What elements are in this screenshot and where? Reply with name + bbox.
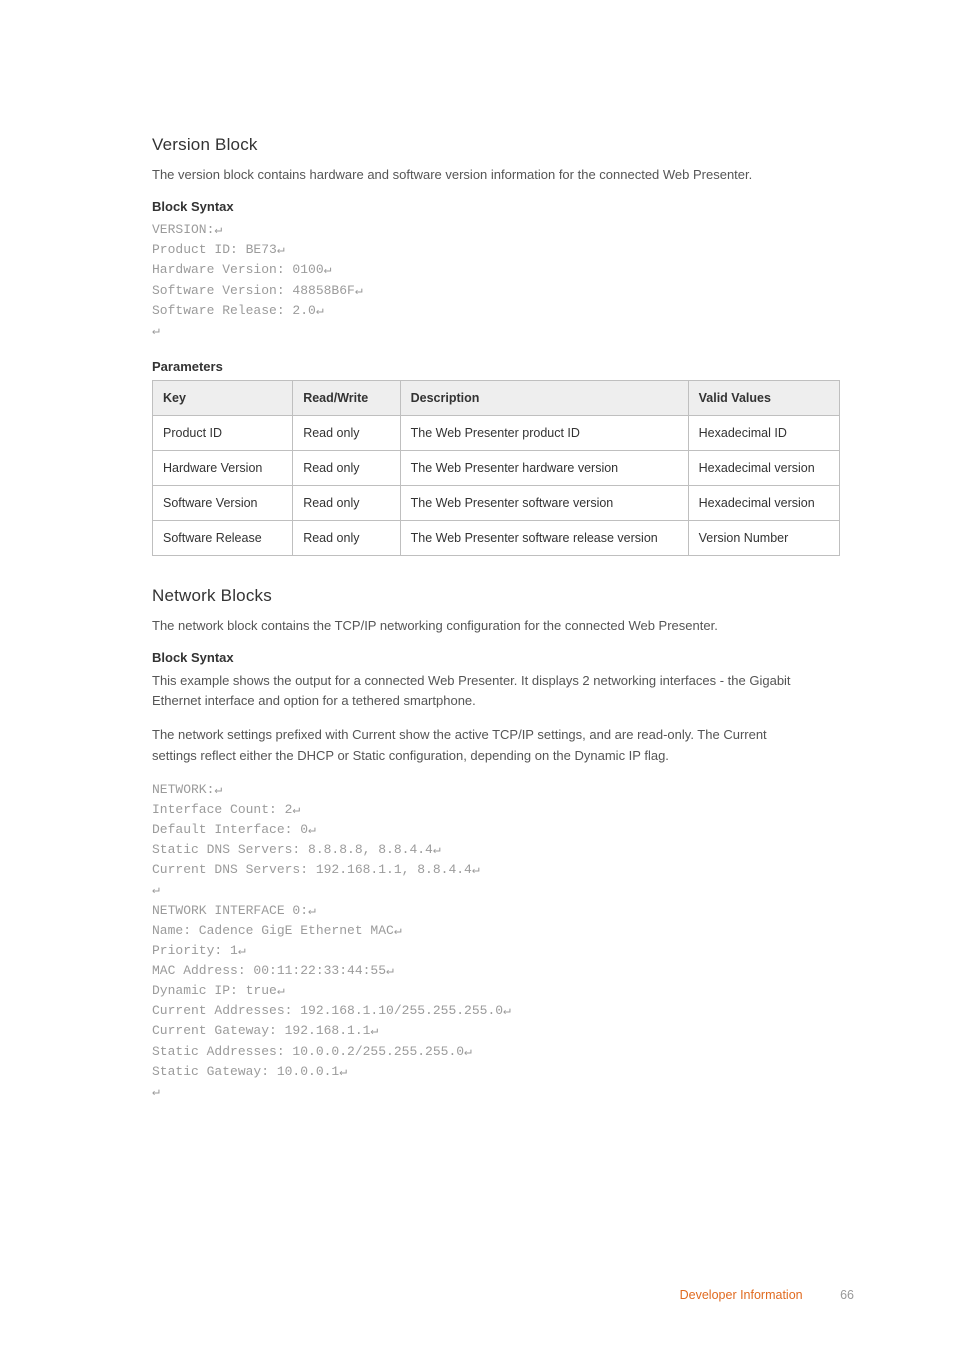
- table-row: Software Version Read only The Web Prese…: [153, 485, 840, 520]
- label-block-syntax-1: Block Syntax: [152, 199, 854, 214]
- page-footer: Developer Information 66: [680, 1288, 854, 1302]
- heading-version-block: Version Block: [152, 135, 854, 155]
- th-desc: Description: [400, 380, 688, 415]
- footer-section-label: Developer Information: [680, 1288, 803, 1302]
- text-network-para1: This example shows the output for a conn…: [152, 671, 792, 711]
- label-parameters: Parameters: [152, 359, 854, 374]
- text-network-para2: The network settings prefixed with Curre…: [152, 725, 812, 765]
- table-row: Software Release Read only The Web Prese…: [153, 520, 840, 555]
- cell-rw: Read only: [293, 520, 400, 555]
- th-key: Key: [153, 380, 293, 415]
- table-row: Product ID Read only The Web Presenter p…: [153, 415, 840, 450]
- cell-rw: Read only: [293, 485, 400, 520]
- cell-valid: Hexadecimal version: [688, 485, 839, 520]
- cell-key: Product ID: [153, 415, 293, 450]
- text-version-intro: The version block contains hardware and …: [152, 165, 792, 185]
- cell-valid: Hexadecimal ID: [688, 415, 839, 450]
- footer-page-number: 66: [840, 1288, 854, 1302]
- th-valid: Valid Values: [688, 380, 839, 415]
- cell-valid: Hexadecimal version: [688, 450, 839, 485]
- cell-desc: The Web Presenter hardware version: [400, 450, 688, 485]
- cell-valid: Version Number: [688, 520, 839, 555]
- cell-desc: The Web Presenter software release versi…: [400, 520, 688, 555]
- code-version-block: VERSION:↵ Product ID: BE73↵ Hardware Ver…: [152, 220, 854, 341]
- label-block-syntax-2: Block Syntax: [152, 650, 854, 665]
- cell-rw: Read only: [293, 415, 400, 450]
- table-version-parameters: Key Read/Write Description Valid Values …: [152, 380, 840, 556]
- heading-network-blocks: Network Blocks: [152, 586, 854, 606]
- table-row: Hardware Version Read only The Web Prese…: [153, 450, 840, 485]
- text-network-intro: The network block contains the TCP/IP ne…: [152, 616, 792, 636]
- cell-desc: The Web Presenter software version: [400, 485, 688, 520]
- cell-key: Software Version: [153, 485, 293, 520]
- cell-desc: The Web Presenter product ID: [400, 415, 688, 450]
- cell-key: Hardware Version: [153, 450, 293, 485]
- code-network-block: NETWORK:↵ Interface Count: 2↵ Default In…: [152, 780, 854, 1102]
- th-rw: Read/Write: [293, 380, 400, 415]
- cell-key: Software Release: [153, 520, 293, 555]
- cell-rw: Read only: [293, 450, 400, 485]
- table-header-row: Key Read/Write Description Valid Values: [153, 380, 840, 415]
